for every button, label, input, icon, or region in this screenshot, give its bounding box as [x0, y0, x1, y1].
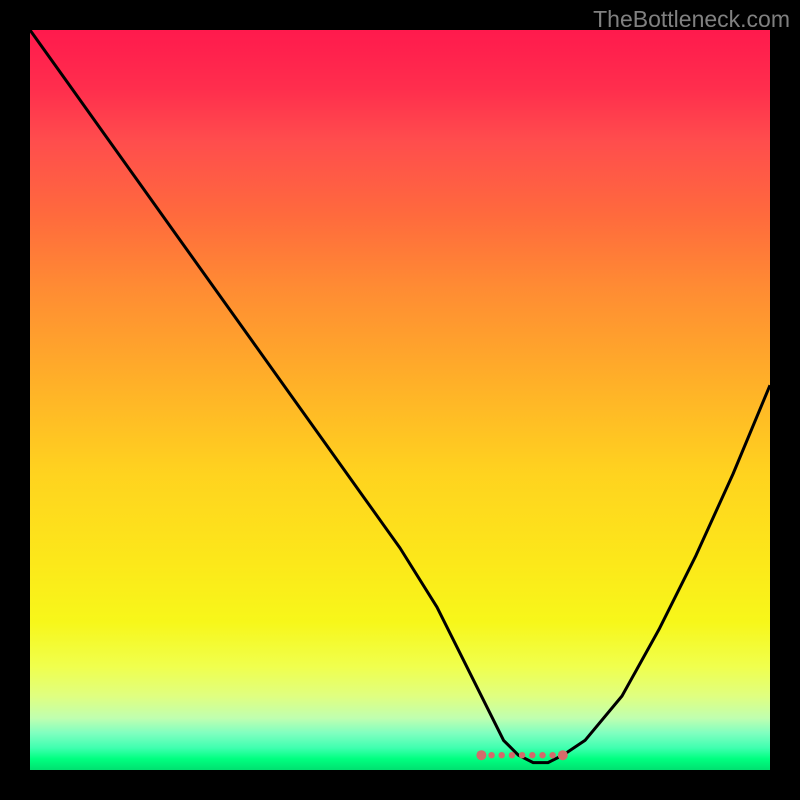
chart-gradient-background	[30, 30, 770, 770]
watermark-text: TheBottleneck.com	[593, 6, 790, 33]
